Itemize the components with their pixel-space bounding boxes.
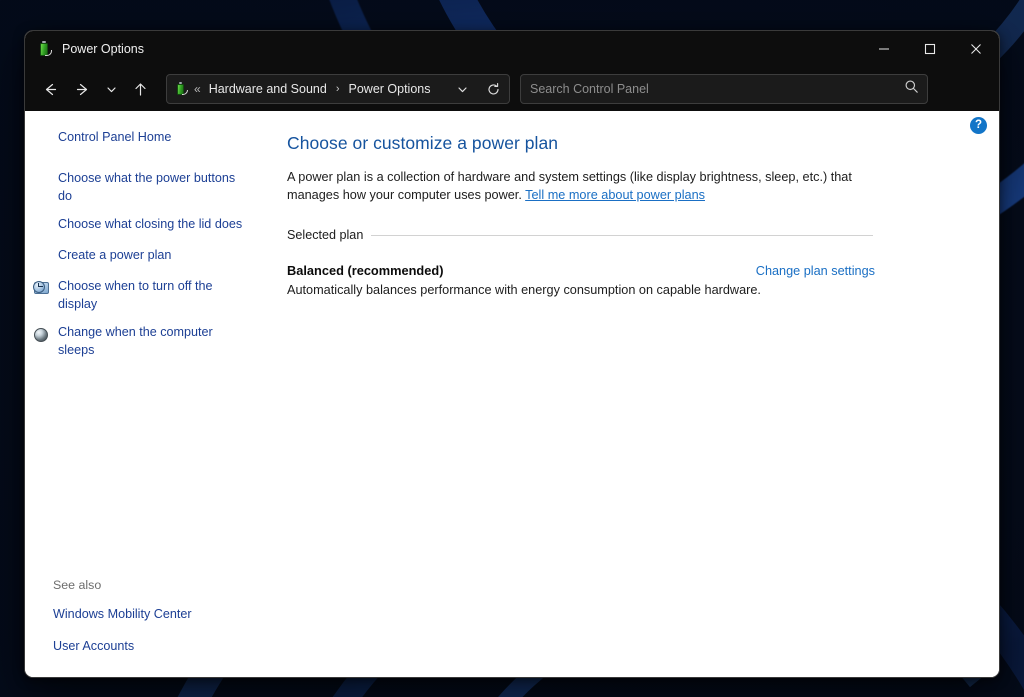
titlebar-left: Power Options [25, 40, 861, 58]
address-bar[interactable]: « Hardware and Sound › Power Options [166, 74, 510, 104]
close-button[interactable] [953, 31, 999, 67]
sidebar-item-label[interactable]: Change when the computer sleeps [58, 324, 251, 359]
search-icon[interactable] [904, 79, 919, 99]
see-also-section: See also Windows Mobility Center User Ac… [25, 578, 261, 677]
main-content: ? Choose or customize a power plan A pow… [261, 111, 999, 677]
group-label: Selected plan [287, 228, 364, 242]
sidebar-item-change-when-computer-sleeps[interactable]: Change when the computer sleeps [25, 324, 261, 359]
minimize-button[interactable] [861, 31, 907, 67]
battery-plug-icon [36, 40, 53, 58]
help-icon[interactable]: ? [970, 117, 987, 134]
tell-me-more-link[interactable]: Tell me more about power plans [525, 188, 705, 202]
search-box[interactable] [520, 74, 928, 104]
navigation-toolbar: « Hardware and Sound › Power Options [25, 67, 999, 111]
display-clock-icon [33, 280, 53, 298]
battery-plug-icon [174, 81, 189, 97]
see-also-item-windows-mobility-center[interactable]: Windows Mobility Center [33, 605, 251, 624]
up-button[interactable] [124, 74, 156, 104]
search-input[interactable] [530, 82, 904, 96]
maximize-button[interactable] [907, 31, 953, 67]
plan-row: Balanced (recommended) Change plan setti… [287, 263, 973, 278]
page-title: Choose or customize a power plan [287, 133, 559, 153]
sidebar-item-label[interactable]: Create a power plan [58, 247, 171, 265]
back-button[interactable] [34, 74, 66, 104]
sidebar-item-control-panel-home[interactable]: Control Panel Home [25, 129, 261, 149]
see-also-label: See also [53, 578, 102, 592]
window-body: Control Panel Home Choose what the power… [25, 111, 999, 677]
plan-name: Balanced (recommended) [287, 263, 444, 278]
sidebar-item-label[interactable]: Choose what closing the lid does [58, 216, 242, 234]
recent-locations-button[interactable] [98, 74, 124, 104]
window-title: Power Options [62, 42, 144, 56]
sidebar-item-choose-what-closing-lid-does[interactable]: Choose what closing the lid does [25, 216, 261, 236]
sidebar-item-choose-what-power-buttons-do[interactable]: Choose what the power buttons do [25, 170, 261, 205]
sidebar-item-label[interactable]: Choose what the power buttons do [58, 170, 251, 205]
selected-plan-group-header: Selected plan [287, 228, 973, 242]
see-also-item-label[interactable]: User Accounts [53, 639, 134, 653]
sleep-sphere-icon [33, 326, 53, 344]
sidebar-item-label[interactable]: Choose when to turn off the display [58, 278, 251, 313]
see-also-item-user-accounts[interactable]: User Accounts [33, 637, 251, 656]
sidebar-item-label[interactable]: Control Panel Home [58, 129, 171, 147]
refresh-icon[interactable] [480, 76, 506, 102]
change-plan-settings-link[interactable]: Change plan settings [756, 264, 875, 278]
breadcrumb-item-power-options[interactable]: Power Options [346, 79, 434, 99]
plan-description: Automatically balances performance with … [287, 283, 761, 297]
sidebar-item-create-a-power-plan[interactable]: Create a power plan [25, 247, 261, 267]
breadcrumb-separator-icon: › [335, 83, 340, 95]
power-options-window: Power Options « Hardware and Sound › Pow… [24, 30, 1000, 678]
sidebar-item-choose-when-to-turn-off-display[interactable]: Choose when to turn off the display [25, 278, 261, 313]
forward-button[interactable] [66, 74, 98, 104]
see-also-item-label[interactable]: Windows Mobility Center [53, 607, 192, 621]
group-divider [371, 234, 873, 236]
breadcrumb-overflow-icon[interactable]: « [194, 82, 201, 96]
window-titlebar[interactable]: Power Options [25, 31, 999, 67]
sidebar: Control Panel Home Choose what the power… [25, 111, 261, 677]
breadcrumb-item-hardware-and-sound[interactable]: Hardware and Sound [206, 79, 330, 99]
page-description: A power plan is a collection of hardware… [287, 169, 877, 204]
window-controls [861, 31, 999, 67]
address-dropdown-chevron-down-icon[interactable] [449, 76, 475, 102]
